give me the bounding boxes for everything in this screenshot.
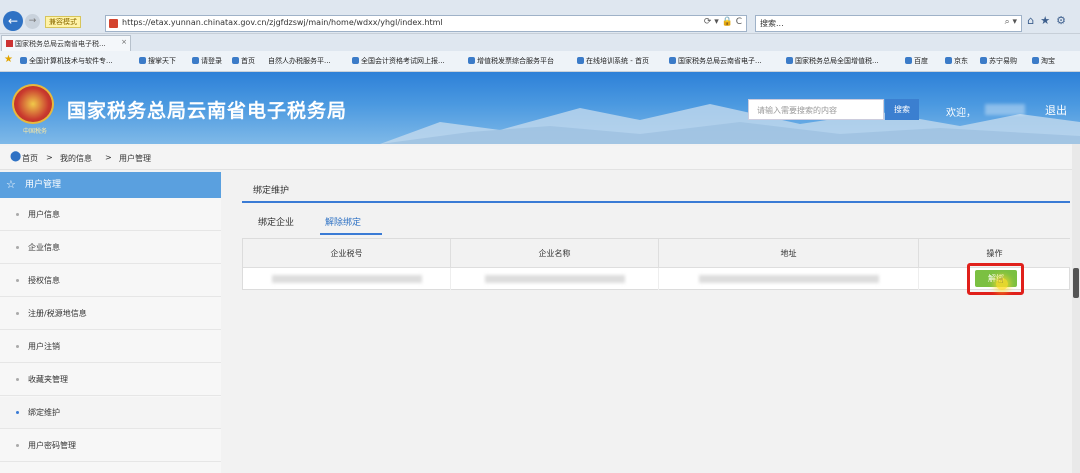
tax-emblem-icon (12, 84, 54, 124)
bookmark-item[interactable]: 请登录 (192, 56, 222, 66)
sidebar-item-user-info[interactable]: 用户信息 (0, 199, 221, 231)
bookmark-icon (577, 57, 584, 64)
bullet-icon (16, 378, 19, 381)
tab-bar: 绑定企业 解除绑定 (242, 203, 1070, 237)
binding-table: 企业税号 企业名称 地址 操作 (242, 238, 1070, 290)
bookmark-item[interactable]: 增值税发票综合服务平台 (468, 56, 554, 66)
browser-search-input[interactable]: 搜索... ⌕ ▾ (755, 15, 1022, 32)
cell-company-name-redacted (451, 268, 659, 290)
bullet-icon (16, 312, 19, 315)
column-header-address: 地址 (659, 239, 919, 268)
active-tab-indicator (320, 233, 382, 235)
bookmark-item[interactable]: 国家税务总局全国增值税... (786, 56, 879, 66)
tab-favicon-icon (6, 40, 13, 47)
sidebar-item-company-info[interactable]: 企业信息 (0, 232, 221, 264)
address-tools-icon[interactable]: ⟳ ▾ 🔒 C (704, 17, 742, 27)
sidebar-item-user-cancel[interactable]: 用户注销 (0, 331, 221, 363)
bookmark-icon (232, 57, 239, 64)
address-url[interactable]: https://etax.yunnan.chinatax.gov.cn/zjgf… (122, 18, 443, 27)
sidebar-item-registration[interactable]: 注册/税源地信息 (0, 298, 221, 330)
section-title: 绑定维护 (253, 186, 290, 196)
site-title: 国家税务总局云南省电子税务局 (67, 100, 348, 122)
bookmark-item[interactable]: 全国会计资格考试网上报... (352, 56, 445, 66)
home-star-gear-icons[interactable]: ⌂★⚙ (1027, 14, 1072, 27)
site-search-input[interactable]: 请输入需要搜索的内容 (748, 99, 884, 120)
cell-address-redacted (659, 268, 919, 290)
cell-tax-id-redacted (243, 268, 451, 290)
logout-link[interactable]: 退出 (1045, 102, 1067, 118)
site-search-button[interactable]: 搜索 (885, 99, 919, 120)
breadcrumb-separator: > (105, 153, 112, 162)
tab-title: 国家税务总局云南省电子税... (15, 40, 106, 48)
sidebar-item-favorites[interactable]: 收藏夹管理 (0, 364, 221, 396)
bookmark-icon (192, 57, 199, 64)
sidebar-title: ☆ 用户管理 (0, 172, 221, 198)
breadcrumb-home[interactable]: 首页 (22, 153, 38, 164)
search-icon[interactable]: ⌕ ▾ (1005, 17, 1017, 27)
sidebar-item-password[interactable]: 用户密码管理 (0, 430, 221, 462)
bookmark-icon (945, 57, 952, 64)
bullet-icon (16, 246, 19, 249)
bookmark-item[interactable]: 首页 (232, 56, 255, 66)
breadcrumb: ⬤ 首页 > 我的信息 > 用户管理 (0, 146, 1080, 170)
emblem-caption: 中国税务 (22, 128, 47, 135)
highlight-box (967, 263, 1024, 295)
bookmark-item[interactable]: 国家税务总局云南省电子... (669, 56, 762, 66)
bookmark-item[interactable]: 百度 (905, 56, 928, 66)
bookmark-icon (352, 57, 359, 64)
location-pin-icon: ⬤ (10, 151, 22, 162)
compat-mode-badge[interactable]: 兼容模式 (45, 16, 81, 28)
bookmark-item[interactable]: 自然人办税服务平... (268, 56, 331, 66)
back-arrow-icon[interactable]: ← (3, 11, 23, 31)
column-header-tax-id: 企业税号 (243, 239, 451, 268)
bookmark-item[interactable]: 淘宝 (1032, 56, 1055, 66)
browser-tab[interactable]: 国家税务总局云南省电子税... × (1, 35, 131, 51)
breadcrumb-current: 用户管理 (119, 154, 151, 163)
bookmark-icon (669, 57, 676, 64)
breadcrumb-separator: > (46, 153, 53, 162)
bullet-icon (16, 213, 19, 216)
bullet-icon (16, 444, 19, 447)
forward-arrow-icon[interactable]: → (25, 14, 40, 29)
sidebar: ☆ 用户管理 用户信息 企业信息 授权信息 注册/税源地信息 用户注销 收藏夹管… (0, 172, 221, 473)
bookmark-icon (468, 57, 475, 64)
bullet-icon (16, 345, 19, 348)
bookmark-item[interactable]: 搜掌天下 (139, 56, 176, 66)
bookmark-item[interactable]: 在线培训系统 - 首页 (577, 56, 649, 66)
address-bar[interactable]: https://etax.yunnan.chinatax.gov.cn/zjgf… (105, 15, 747, 32)
sidebar-item-authorization[interactable]: 授权信息 (0, 265, 221, 297)
bookmark-item[interactable]: 全国计算机技术与软件专... (20, 56, 113, 66)
browser-toolbar: ← → 兼容模式 https://etax.yunnan.chinatax.go… (0, 0, 1080, 34)
tab-strip: 国家税务总局云南省电子税... × (0, 34, 1080, 51)
bookmark-icon (139, 57, 146, 64)
bullet-icon (16, 411, 19, 414)
sidebar-item-binding[interactable]: 绑定维护 (0, 397, 221, 429)
welcome-text: 欢迎， (946, 108, 976, 119)
bookmark-icon (905, 57, 912, 64)
favorites-bar: ★ 全国计算机技术与软件专... 搜掌天下 请登录 首页 自然人办税服务平...… (0, 51, 1080, 72)
browser-search-placeholder: 搜索... (760, 19, 784, 28)
column-header-company-name: 企业名称 (451, 239, 659, 268)
bookmark-icon (1032, 57, 1039, 64)
bookmark-icon (980, 57, 987, 64)
tab-unbind[interactable]: 解除绑定 (325, 215, 361, 228)
close-icon[interactable]: × (121, 38, 127, 46)
hand-cursor-icon: ☝ (998, 276, 1004, 286)
user-name-redacted (985, 104, 1025, 115)
main-content: 绑定维护 绑定企业 解除绑定 企业税号 企业名称 地址 操作 解绑 ☝ (236, 172, 1070, 473)
bookmark-item[interactable]: 苏宁易购 (980, 56, 1017, 66)
star-outline-icon: ☆ (6, 178, 16, 191)
bookmark-icon (786, 57, 793, 64)
breadcrumb-my-info[interactable]: 我的信息 (60, 153, 92, 164)
bookmark-item[interactable]: 京东 (945, 56, 968, 66)
tab-bind-company[interactable]: 绑定企业 (258, 215, 294, 228)
bookmark-icon (20, 57, 27, 64)
site-favicon-icon (109, 19, 118, 28)
favorites-star-icon[interactable]: ★ (4, 54, 13, 65)
bullet-icon (16, 279, 19, 282)
scrollbar[interactable] (1072, 144, 1080, 473)
scrollbar-thumb[interactable] (1073, 268, 1079, 298)
